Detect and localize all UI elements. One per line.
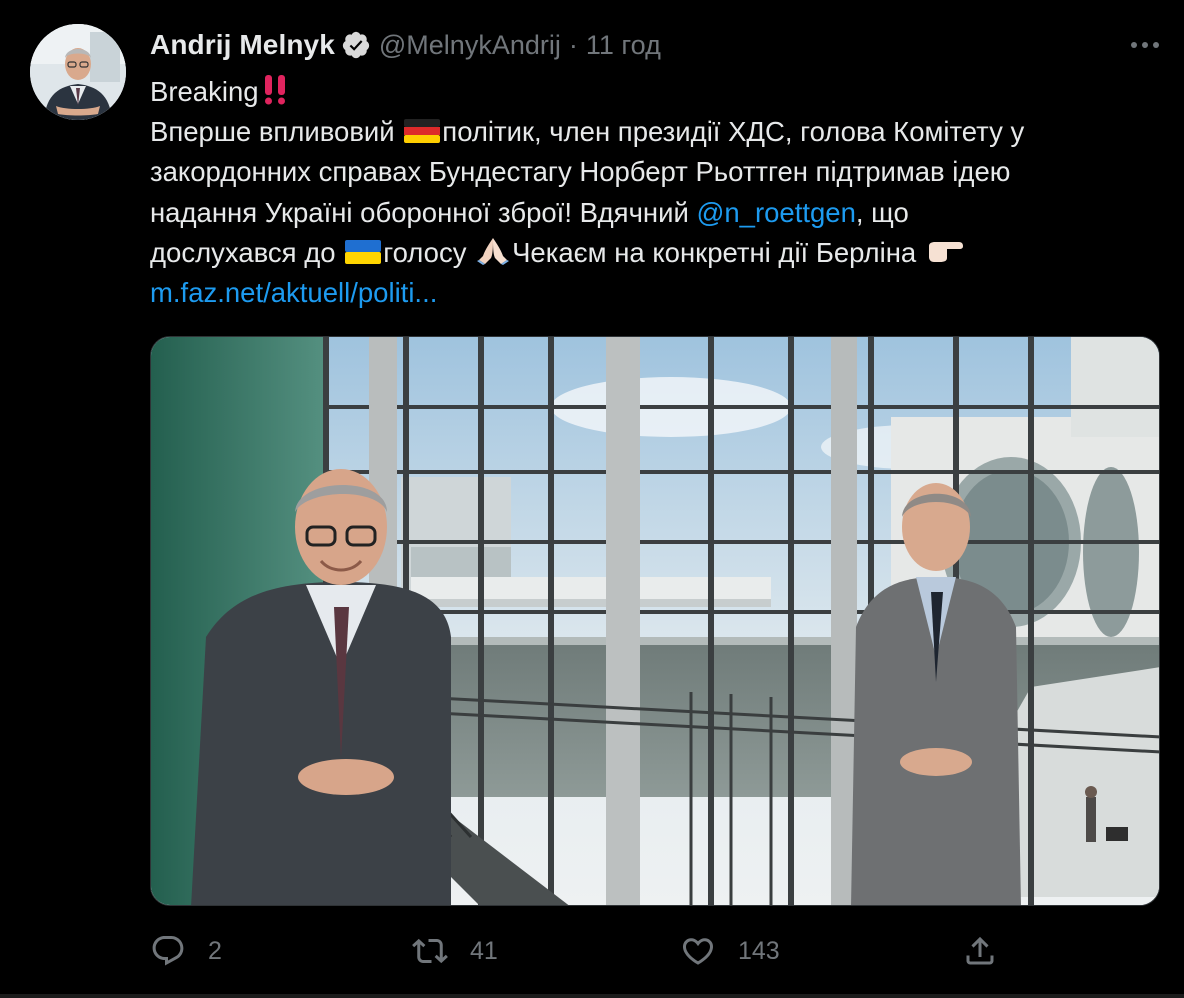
- tweet-text-segment: Чекаєм на конкретні дії Берліна: [512, 236, 924, 268]
- header-separator: ·: [568, 29, 578, 60]
- pointing-right-icon: [925, 236, 965, 266]
- retweet-count: 41: [470, 936, 498, 965]
- avatar-photo: [30, 24, 126, 120]
- tweet-text-line: надання Україні оборонної зброї! Вдячний…: [150, 193, 1160, 233]
- germany-flag-icon: [403, 117, 441, 145]
- folded-hands-icon: [475, 234, 511, 266]
- tweet-text: Breaking Вперше впливовий політик, член п…: [150, 72, 1160, 313]
- ukraine-flag-icon: [344, 238, 382, 266]
- tweet[interactable]: Andrij Melnyk @MelnykAndrij · 11 год Bre…: [0, 0, 1184, 998]
- heart-icon: [682, 938, 714, 965]
- tweet-text-line: Breaking: [150, 72, 1160, 112]
- like-button[interactable]: 143: [680, 926, 780, 976]
- url-link[interactable]: m.faz.net/aktuell/politi...: [150, 277, 437, 308]
- tweet-text-line: Вперше впливовий політик, член президії …: [150, 112, 1160, 152]
- retweet-button[interactable]: 41: [412, 926, 498, 976]
- tweet-photo[interactable]: [150, 336, 1160, 906]
- photo-image: [151, 337, 1159, 905]
- tweet-text-line: закордонних справах Бундестагу Норберт Р…: [150, 152, 1160, 192]
- double-exclamation-icon: [260, 73, 290, 105]
- mention-link[interactable]: @n_roettgen: [696, 197, 855, 228]
- author-display-name[interactable]: Andrij Melnyk: [150, 29, 335, 61]
- more-dot-icon: [1142, 42, 1148, 48]
- reply-count: 2: [208, 936, 222, 965]
- tweet-text-segment: Breaking: [150, 76, 259, 107]
- tweet-text-segment: голосу: [383, 236, 475, 268]
- verified-badge-icon: [341, 30, 371, 60]
- reply-icon: [152, 936, 184, 966]
- tweet-text-segment: Вперше впливовий: [150, 116, 403, 148]
- more-dot-icon: [1131, 42, 1137, 48]
- tweet-actions: 2 41 143: [0, 926, 1184, 976]
- like-count: 143: [738, 936, 780, 965]
- tweet-text-line: дослухався до голосу Чекаєм на конкретні…: [150, 233, 1160, 273]
- reply-button[interactable]: 2: [150, 926, 222, 976]
- divider: [0, 994, 1184, 998]
- tweet-text-segment: , що: [855, 196, 909, 228]
- share-button[interactable]: [962, 926, 998, 976]
- avatar[interactable]: [30, 24, 126, 120]
- author-handle[interactable]: @MelnykAndrij: [379, 30, 561, 61]
- retweet-icon: [412, 938, 448, 964]
- more-dot-icon: [1153, 42, 1159, 48]
- tweet-text-segment: надання Україні оборонної зброї! Вдячний: [150, 196, 697, 228]
- more-options-button[interactable]: [1124, 30, 1166, 60]
- tweet-text-segment: політик, член президії ХДС, голова Коміт…: [442, 116, 1025, 148]
- tweet-timestamp[interactable]: 11 год: [586, 30, 661, 61]
- tweet-text-line: m.faz.net/aktuell/politi...: [150, 273, 1160, 313]
- tweet-text-segment: дослухався до: [150, 236, 344, 268]
- share-icon: [966, 936, 994, 965]
- tweet-header: Andrij Melnyk @MelnykAndrij · 11 год: [150, 28, 661, 62]
- tweet-text-segment: закордонних справах Бундестагу Норберт Р…: [150, 156, 1011, 188]
